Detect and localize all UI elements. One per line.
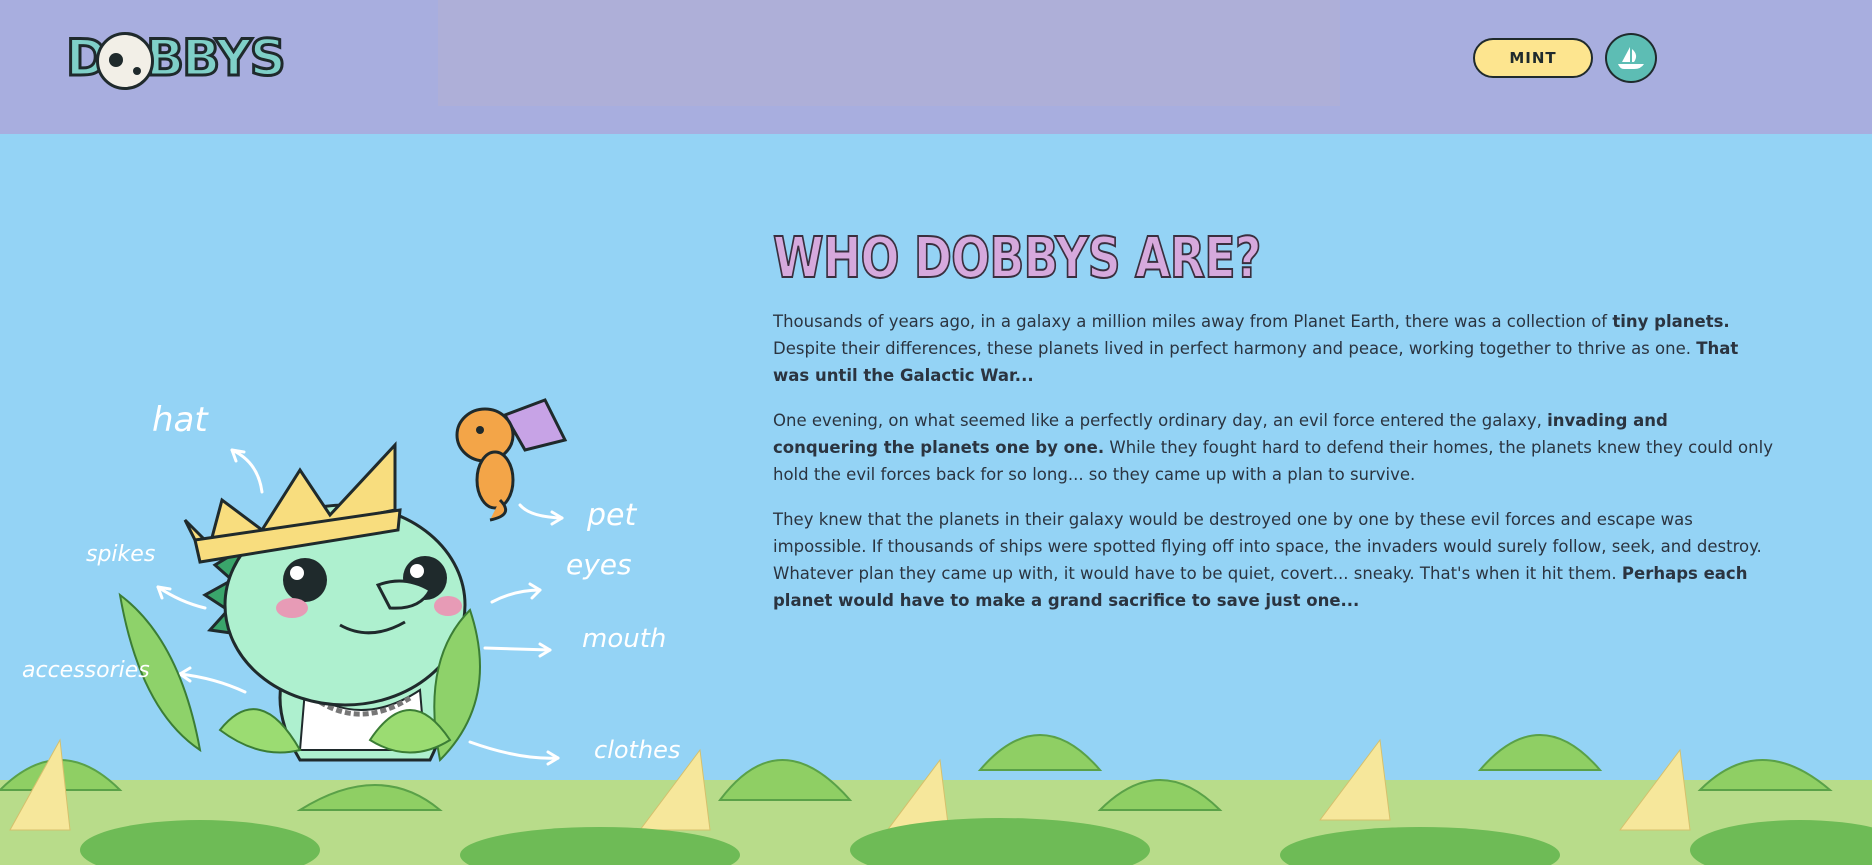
logo-ghost-icon [96,32,154,90]
paragraph-2: One evening, on what seemed like a perfe… [773,411,1773,484]
paragraph-3: They knew that the planets in their gala… [773,510,1762,610]
label-pet: pet [587,498,637,533]
site-header: DOBBYS MINT [0,0,1872,134]
header-center-panel [438,0,1340,106]
label-spikes: spikes [86,542,156,567]
label-hat: hat [152,400,208,440]
label-mouth: mouth [582,624,667,654]
mint-button[interactable]: MINT [1473,38,1593,78]
opensea-ship-icon[interactable] [1605,33,1657,83]
section-title: WHO DOBBYS ARE? [772,225,1262,292]
jungle-foliage-border [0,700,1872,865]
label-eyes: eyes [566,548,632,581]
label-accessories: accessories [22,658,150,683]
paragraph-1: Thousands of years ago, in a galaxy a mi… [773,312,1739,385]
story-text: Thousands of years ago, in a galaxy a mi… [773,308,1773,632]
dobbys-logo[interactable]: DOBBYS [65,26,287,90]
foliage-svg [0,734,1872,865]
